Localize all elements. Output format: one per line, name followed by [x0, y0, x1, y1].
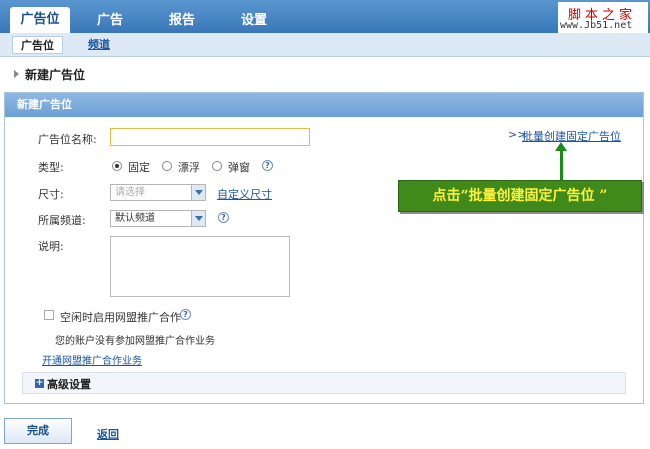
alliance-link[interactable]: 开通网盟推广合作业务	[42, 352, 142, 367]
site-watermark: 脚本之家 www.Jb51.net	[558, 2, 648, 34]
breadcrumb: 新建广告位	[14, 66, 85, 83]
type-label: 类型:	[38, 161, 64, 174]
tab-settings[interactable]: 设置	[226, 8, 282, 33]
chevron-down-icon	[191, 185, 205, 200]
breadcrumb-label: 新建广告位	[25, 68, 86, 82]
type-option-popup: 弹窗	[228, 161, 250, 174]
advanced-settings-label: 高级设置	[47, 378, 91, 391]
tab-reports[interactable]: 报告	[154, 8, 210, 33]
subtab-channels[interactable]: 频道	[88, 36, 110, 54]
type-option-float: 漂浮	[178, 161, 200, 174]
arrow-up-icon	[555, 142, 567, 180]
panel-title: 新建广告位	[5, 93, 643, 117]
callout-annotation: 点击“批量创建固定广告位 ”	[398, 180, 642, 212]
custom-size-link[interactable]: 自定义尺寸	[217, 186, 272, 202]
help-icon[interactable]: ?	[180, 309, 191, 320]
back-link[interactable]: 返回	[97, 426, 119, 442]
channel-select-value: 默认频道	[115, 213, 155, 224]
description-label: 说明:	[38, 240, 64, 253]
type-radio-float[interactable]	[162, 161, 172, 171]
top-nav: 广告位 广告 报告 设置 脚本之家 www.Jb51.net	[0, 0, 650, 34]
alliance-checkbox[interactable]	[44, 310, 54, 320]
channel-select[interactable]: 默认频道	[110, 210, 206, 227]
chevron-down-icon	[191, 211, 205, 226]
alliance-checkbox-label: 空闲时启用网盟推广合作	[60, 311, 181, 324]
tab-ad-slots[interactable]: 广告位	[10, 7, 70, 33]
type-radio-fixed[interactable]	[112, 161, 122, 171]
name-label: 广告位名称:	[38, 133, 97, 146]
advanced-settings-toggle[interactable]: + 高级设置	[22, 372, 626, 394]
channel-label: 所属频道:	[38, 214, 86, 227]
batch-create-link[interactable]: 批量创建固定广告位	[522, 128, 621, 144]
size-select-value: 请选择	[115, 187, 145, 198]
tab-ads[interactable]: 广告	[82, 8, 138, 33]
done-button[interactable]: 完成	[4, 418, 72, 444]
type-option-fixed: 固定	[128, 161, 150, 174]
subtab-ad-slots[interactable]: 广告位	[12, 36, 63, 54]
description-textarea[interactable]	[110, 236, 290, 297]
sub-nav: 广告位 频道	[0, 33, 650, 57]
size-select[interactable]: 请选择	[110, 184, 206, 201]
name-input[interactable]	[110, 128, 310, 146]
alliance-note: 您的账户没有参加网盟推广合作业务	[55, 336, 215, 347]
size-label: 尺寸:	[38, 188, 64, 201]
help-icon[interactable]: ?	[218, 212, 229, 223]
help-icon[interactable]: ?	[262, 160, 273, 171]
expand-plus-icon: +	[35, 378, 44, 388]
type-radio-popup[interactable]	[212, 161, 222, 171]
watermark-url: www.Jb51.net	[560, 20, 633, 31]
caret-right-icon	[14, 70, 19, 78]
